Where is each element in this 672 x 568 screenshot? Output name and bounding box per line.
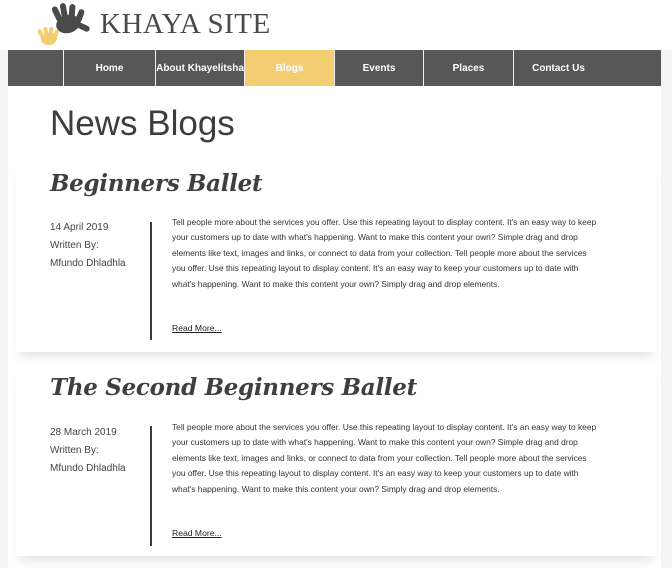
- read-more-link[interactable]: Read More...: [172, 323, 222, 333]
- post-excerpt: Tell people more about the services you …: [172, 217, 597, 289]
- nav-item-about[interactable]: About Khayelitsha: [156, 50, 245, 86]
- site-header: KHAYA SITE: [0, 0, 672, 50]
- blog-post-card: The Second Beginners Ballet 28 March 201…: [16, 368, 656, 556]
- vertical-divider: [150, 426, 152, 546]
- written-by-label: Written By:: [50, 445, 99, 456]
- main-content: News Blogs Beginners Ballet 14 April 201…: [8, 86, 661, 568]
- post-excerpt: Tell people more about the services you …: [172, 422, 597, 494]
- nav-item-blogs[interactable]: Blogs: [245, 50, 335, 86]
- post-date: 14 April 2019: [50, 222, 109, 233]
- nav-spacer: [8, 50, 64, 86]
- blog-post-card: Beginners Ballet 14 April 2019 Written B…: [16, 164, 656, 352]
- post-title[interactable]: Beginners Ballet: [50, 170, 263, 197]
- page-title: News Blogs: [50, 104, 235, 143]
- post-title[interactable]: The Second Beginners Ballet: [50, 374, 417, 401]
- post-author[interactable]: Mfundo Dhladhla: [50, 460, 146, 478]
- nav-item-home[interactable]: Home: [64, 50, 156, 86]
- post-author[interactable]: Mfundo Dhladhla: [50, 255, 146, 273]
- post-date: 28 March 2019: [50, 427, 117, 438]
- read-more-link[interactable]: Read More...: [172, 528, 222, 538]
- main-nav: Home About Khayelitsha Blogs Events Plac…: [8, 50, 661, 86]
- post-meta: 14 April 2019 Written By: Mfundo Dhladhl…: [50, 219, 146, 273]
- hand-icon[interactable]: [36, 2, 92, 48]
- nav-item-places[interactable]: Places: [424, 50, 514, 86]
- written-by-label: Written By:: [50, 240, 99, 251]
- nav-item-events[interactable]: Events: [335, 50, 424, 86]
- nav-item-contact[interactable]: Contact Us: [514, 50, 603, 86]
- site-title[interactable]: KHAYA SITE: [100, 8, 271, 41]
- vertical-divider: [150, 222, 152, 340]
- post-meta: 28 March 2019 Written By: Mfundo Dhladhl…: [50, 424, 146, 478]
